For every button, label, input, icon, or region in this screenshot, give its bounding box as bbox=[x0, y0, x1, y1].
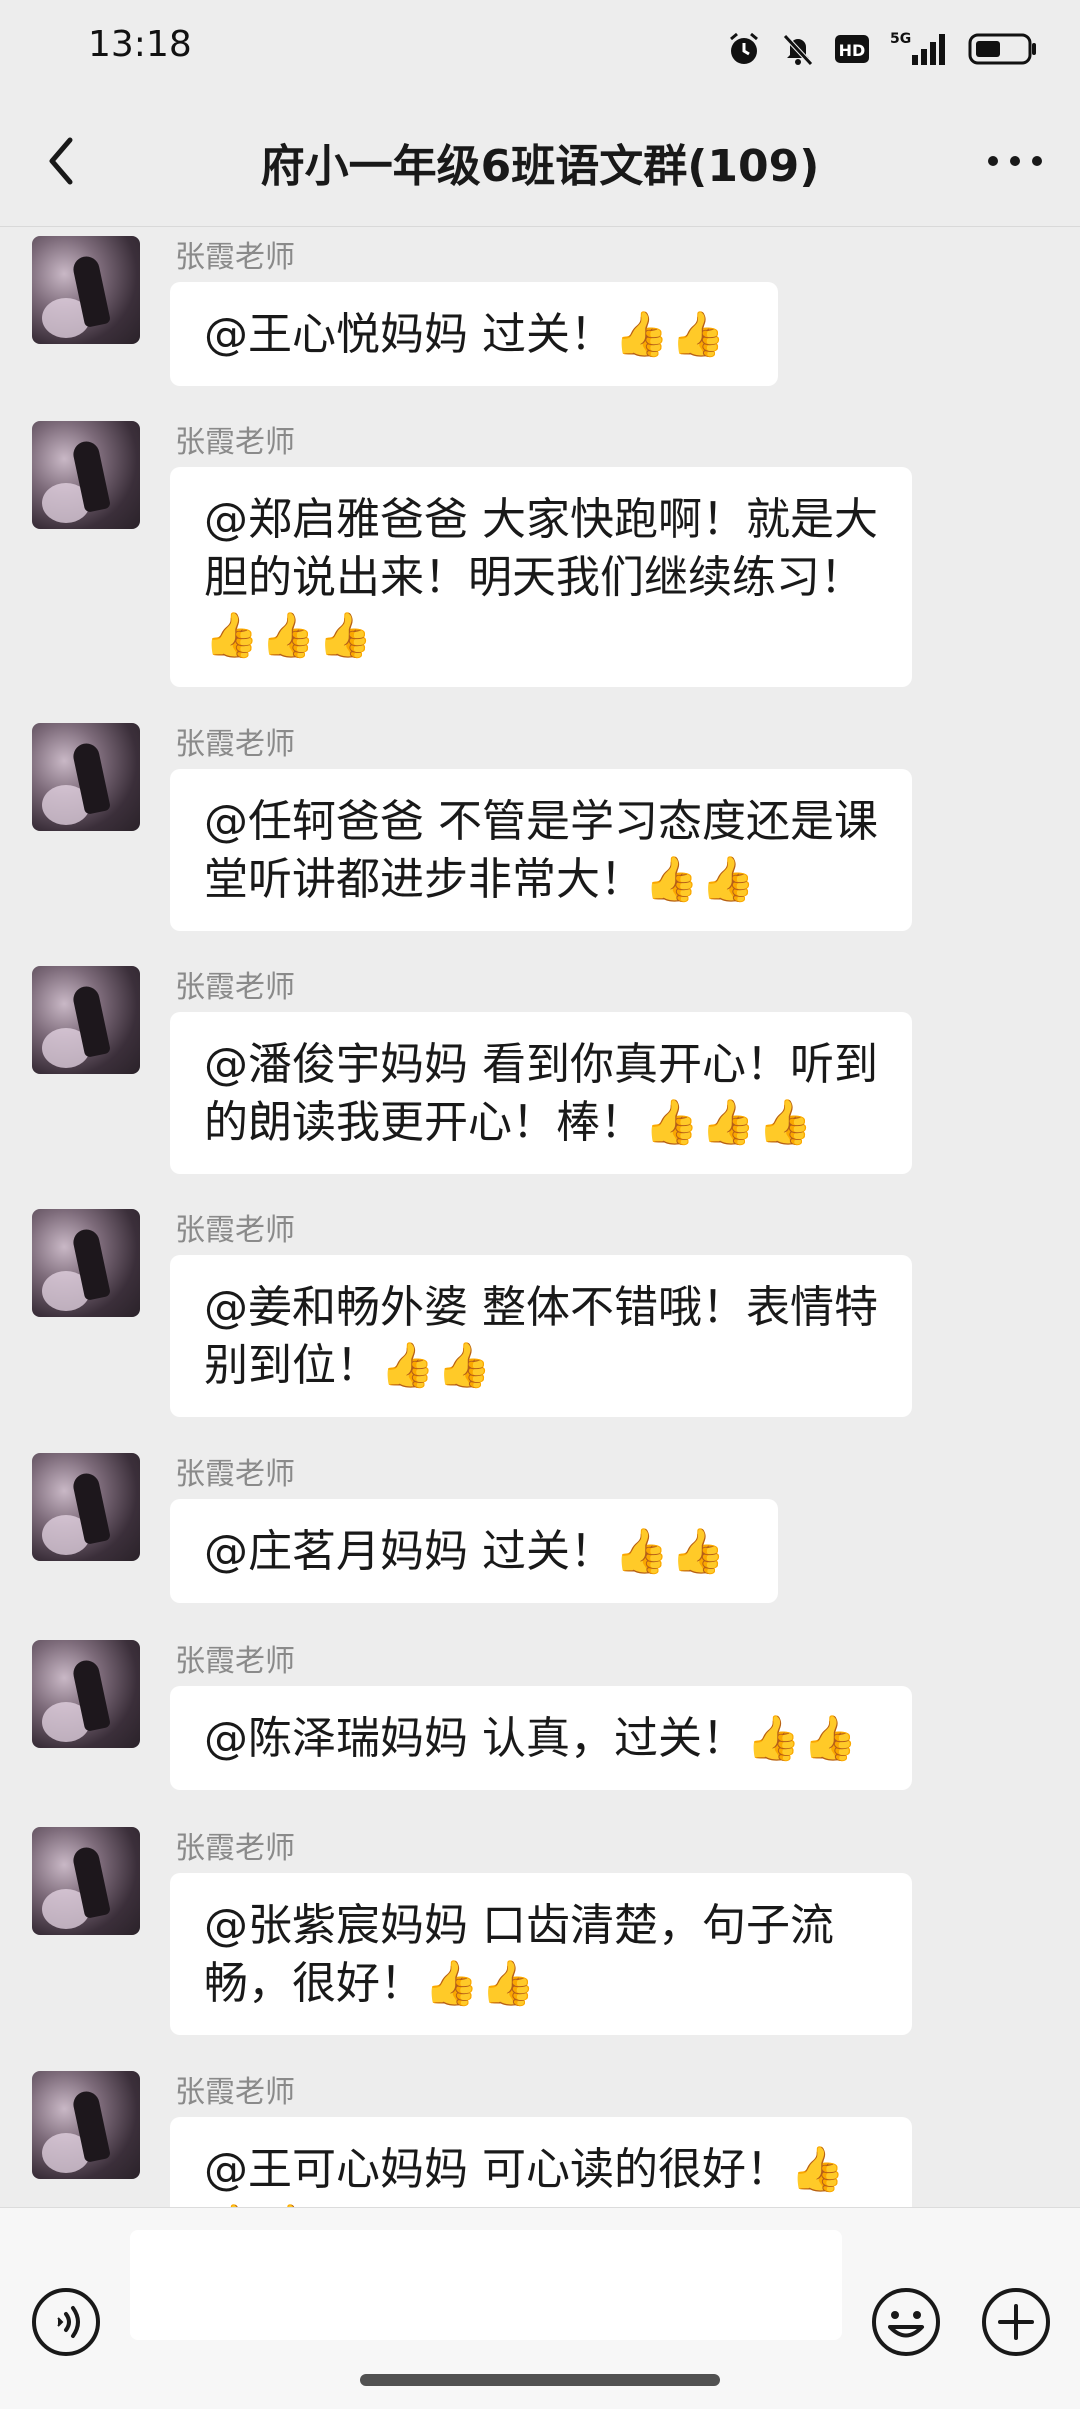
message-input[interactable] bbox=[130, 2230, 842, 2340]
plus-icon[interactable] bbox=[980, 2286, 1052, 2358]
status-bar: 13:18 HD 5G bbox=[0, 0, 1080, 96]
status-time: 13:18 bbox=[88, 24, 192, 65]
network-label: 5G bbox=[890, 31, 911, 47]
svg-text:HD: HD bbox=[839, 41, 866, 60]
message-text: @王可心妈妈 可心读的很好！ bbox=[204, 2144, 790, 2195]
avatar[interactable] bbox=[32, 1640, 140, 1748]
battery-icon bbox=[968, 33, 1036, 65]
message-text: @庄茗月妈妈 过关！ bbox=[204, 1526, 614, 1577]
sender-name: 张霞老师 bbox=[175, 727, 295, 762]
voice-icon[interactable] bbox=[30, 2286, 102, 2358]
message-bubble[interactable]: @王可心妈妈 可心读的很好！👍👍👍 bbox=[170, 2117, 912, 2207]
message-bubble[interactable]: @张紫宸妈妈 口齿清楚，句子流畅，很好！👍👍 bbox=[170, 1873, 912, 2035]
message-text: @王心悦妈妈 过关！ bbox=[204, 309, 614, 360]
thumbs-up-emoji: 👍👍 bbox=[746, 1713, 860, 1764]
message-bubble[interactable]: @潘俊宇妈妈 看到你真开心！听到的朗读我更开心！棒！👍👍👍 bbox=[170, 1012, 912, 1174]
page-title: 府小一年级6班语文群(109) bbox=[260, 141, 820, 192]
mute-icon bbox=[783, 34, 813, 66]
emoji-icon[interactable] bbox=[870, 2286, 942, 2358]
sender-name: 张霞老师 bbox=[175, 1644, 295, 1679]
message-list[interactable]: 张霞老师 @王心悦妈妈 过关！👍👍 张霞老师 @郑启雅爸爸 大家快跑啊！就是大胆… bbox=[0, 227, 1080, 2207]
message-bubble[interactable]: @庄茗月妈妈 过关！👍👍 bbox=[170, 1499, 778, 1603]
avatar[interactable] bbox=[32, 966, 140, 1074]
thumbs-up-emoji: 👍👍 bbox=[644, 854, 758, 905]
message-bubble[interactable]: @郑启雅爸爸 大家快跑啊！就是大胆的说出来！明天我们继续练习！ 👍👍👍 bbox=[170, 467, 912, 687]
avatar[interactable] bbox=[32, 236, 140, 344]
thumbs-up-emoji: 👍👍👍 bbox=[204, 610, 375, 661]
avatar[interactable] bbox=[32, 2071, 140, 2179]
sender-name: 张霞老师 bbox=[175, 240, 295, 275]
thumbs-up-emoji: 👍👍 bbox=[614, 309, 728, 360]
sender-name: 张霞老师 bbox=[175, 1457, 295, 1492]
message-bubble[interactable]: @任轲爸爸 不管是学习态度还是课堂听讲都进步非常大！👍👍 bbox=[170, 769, 912, 931]
status-icons: HD 5G bbox=[726, 24, 1038, 74]
thumbs-up-emoji: 👍👍 bbox=[424, 1958, 538, 2009]
message-text: @陈泽瑞妈妈 认真，过关！ bbox=[204, 1713, 746, 1764]
message-bubble[interactable]: @姜和畅外婆 整体不错哦！表情特别到位！👍👍 bbox=[170, 1255, 912, 1417]
chevron-left-icon[interactable] bbox=[30, 126, 100, 196]
avatar[interactable] bbox=[32, 1827, 140, 1935]
home-indicator[interactable] bbox=[360, 2374, 720, 2386]
sender-name: 张霞老师 bbox=[175, 1213, 295, 1248]
message-bubble[interactable]: @王心悦妈妈 过关！👍👍 bbox=[170, 282, 778, 386]
message-text: @郑启雅爸爸 大家快跑啊！就是大胆的说出来！明天我们继续练习！ bbox=[204, 494, 878, 603]
thumbs-up-emoji: 👍👍 bbox=[614, 1526, 728, 1577]
sender-name: 张霞老师 bbox=[175, 1831, 295, 1866]
thumbs-up-emoji: 👍👍👍 bbox=[644, 1097, 815, 1148]
avatar[interactable] bbox=[32, 1453, 140, 1561]
sender-name: 张霞老师 bbox=[175, 970, 295, 1005]
message-text: @姜和畅外婆 整体不错哦！表情特别到位！ bbox=[204, 1282, 878, 1391]
sender-name: 张霞老师 bbox=[175, 425, 295, 460]
message-text: @任轲爸爸 不管是学习态度还是课堂听讲都进步非常大！ bbox=[204, 796, 878, 905]
avatar[interactable] bbox=[32, 723, 140, 831]
message-bubble[interactable]: @陈泽瑞妈妈 认真，过关！👍👍 bbox=[170, 1686, 912, 1790]
signal-icon: 5G bbox=[890, 31, 945, 65]
chat-header: 府小一年级6班语文群(109) bbox=[0, 96, 1080, 227]
hd-icon: HD bbox=[835, 35, 869, 63]
avatar[interactable] bbox=[32, 1209, 140, 1317]
thumbs-up-emoji: 👍👍 bbox=[380, 1340, 494, 1391]
avatar[interactable] bbox=[32, 421, 140, 529]
sender-name: 张霞老师 bbox=[175, 2075, 295, 2110]
alarm-icon bbox=[730, 32, 758, 64]
more-dots-icon[interactable] bbox=[980, 126, 1050, 196]
